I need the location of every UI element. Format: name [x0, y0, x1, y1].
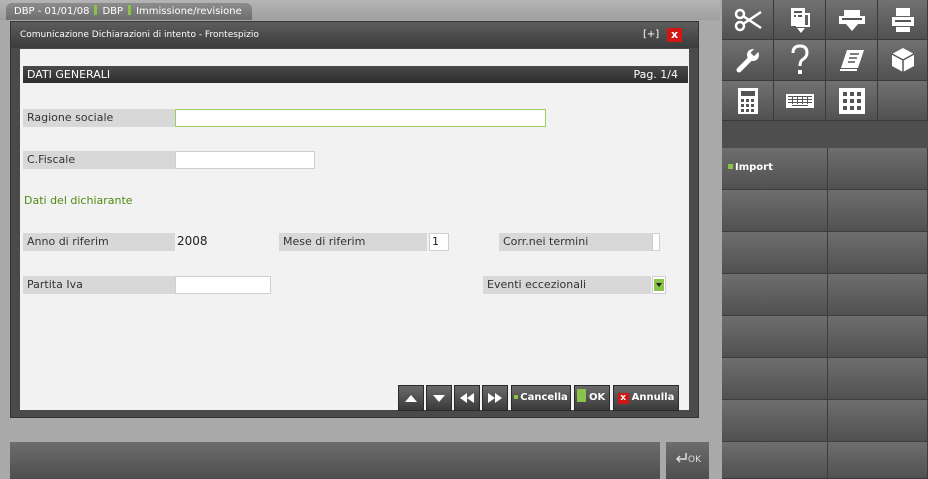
tab-part-app: DBP	[102, 6, 124, 17]
empty-tool-slot	[878, 81, 928, 121]
function-slot[interactable]	[828, 274, 928, 316]
function-slot[interactable]	[722, 190, 828, 232]
ok-button[interactable]: OK	[574, 385, 610, 411]
dialog-title: Comunicazione Dichiarazioni di intento -…	[11, 22, 698, 48]
wrench-icon	[736, 47, 759, 73]
anno-label: Anno di riferim	[23, 233, 175, 251]
function-slot[interactable]	[722, 358, 828, 400]
dialog-body: DATI GENERALI Pag. 1/4 Ragione sociale C…	[20, 49, 689, 411]
print-preview-icon	[838, 9, 865, 31]
calculator-button[interactable]	[722, 81, 774, 121]
cancella-label: Cancella	[520, 392, 568, 403]
function-slot[interactable]	[722, 400, 828, 442]
corr-checkbox[interactable]	[652, 233, 660, 251]
previous-page-button[interactable]	[454, 385, 480, 411]
double-left-icon	[460, 393, 474, 403]
bottom-bar	[10, 442, 660, 479]
notepad-icon	[839, 50, 864, 71]
keyboard-icon	[785, 93, 814, 108]
annulla-x-icon: x	[617, 393, 629, 404]
print-button[interactable]	[878, 0, 928, 40]
scroll-down-button[interactable]	[426, 385, 452, 411]
annulla-label: Annulla	[631, 392, 675, 403]
mese-input[interactable]: 1	[429, 233, 449, 251]
confirm-label: OK	[688, 455, 701, 465]
function-slot[interactable]	[828, 148, 928, 190]
function-slot[interactable]	[722, 316, 828, 358]
calculator-icon	[737, 87, 758, 114]
arrow-up-icon	[405, 395, 417, 402]
keyboard-button[interactable]	[774, 81, 826, 121]
dropdown-arrow-icon	[654, 279, 664, 291]
partita-iva-label: Partita Iva	[23, 276, 175, 294]
double-right-icon	[488, 393, 502, 403]
import-button[interactable]: Import	[722, 148, 828, 190]
scissors-icon	[734, 8, 762, 31]
page-indicator: Pag. 1/4	[633, 68, 678, 81]
function-slot[interactable]	[722, 232, 828, 274]
next-page-button[interactable]	[482, 385, 508, 411]
arrow-down-icon	[433, 395, 445, 402]
function-slot[interactable]	[722, 442, 828, 479]
enter-key-icon	[675, 453, 687, 463]
function-slot[interactable]	[828, 316, 928, 358]
confirm-button[interactable]: OK	[666, 442, 709, 479]
function-slot[interactable]	[828, 400, 928, 442]
printer-icon	[891, 7, 914, 32]
copy-button[interactable]	[774, 0, 826, 40]
dichiarante-heading: Dati del dichiarante	[24, 194, 133, 207]
dialog-window: Comunicazione Dichiarazioni di intento -…	[10, 21, 699, 418]
tab-part-company: DBP - 01/01/08	[14, 6, 90, 17]
ragione-sociale-input[interactable]	[175, 109, 546, 127]
scroll-up-button[interactable]	[398, 385, 424, 411]
corr-label: Corr.nei termini	[499, 233, 652, 251]
section-header: DATI GENERALI Pag. 1/4	[23, 66, 688, 83]
ragione-sociale-label: Ragione sociale	[23, 109, 175, 127]
print-preview-button[interactable]	[826, 0, 878, 40]
notes-button[interactable]	[826, 40, 878, 81]
ok-label: OK	[589, 392, 606, 403]
import-label: Import	[735, 162, 773, 173]
mese-label: Mese di riferim	[279, 233, 427, 251]
function-slot[interactable]	[828, 358, 928, 400]
keypad-button[interactable]	[826, 81, 878, 121]
partita-iva-input[interactable]	[175, 276, 271, 294]
package-button[interactable]	[878, 40, 928, 81]
close-window-button[interactable]: x	[667, 28, 682, 42]
anno-input[interactable]: 2008	[175, 233, 215, 251]
cut-button[interactable]	[722, 0, 774, 40]
eventi-label: Eventi eccezionali	[483, 276, 651, 294]
function-slot[interactable]	[828, 232, 928, 274]
help-button[interactable]	[774, 40, 826, 81]
cancella-button[interactable]: Cancella	[511, 385, 571, 411]
tab-active[interactable]: DBP - 01/01/08 DBP Immissione/revisione	[6, 3, 252, 20]
section-title: DATI GENERALI	[27, 68, 111, 81]
annulla-button[interactable]: x Annulla	[613, 385, 679, 411]
cfiscale-input[interactable]	[175, 151, 315, 169]
function-slot[interactable]	[722, 274, 828, 316]
eventi-dropdown[interactable]	[652, 276, 666, 294]
keypad-icon	[838, 87, 865, 114]
cfiscale-label: C.Fiscale	[23, 151, 175, 169]
move-window-icon[interactable]: [+]	[643, 28, 659, 42]
function-slot[interactable]	[828, 190, 928, 232]
function-toolbar: Import	[722, 0, 928, 479]
copy-icon	[790, 7, 810, 33]
help-icon	[791, 44, 809, 74]
tab-part-function: Immissione/revisione	[136, 6, 242, 17]
settings-button[interactable]	[722, 40, 774, 81]
function-slot[interactable]	[828, 442, 928, 479]
cube-icon	[891, 48, 914, 72]
